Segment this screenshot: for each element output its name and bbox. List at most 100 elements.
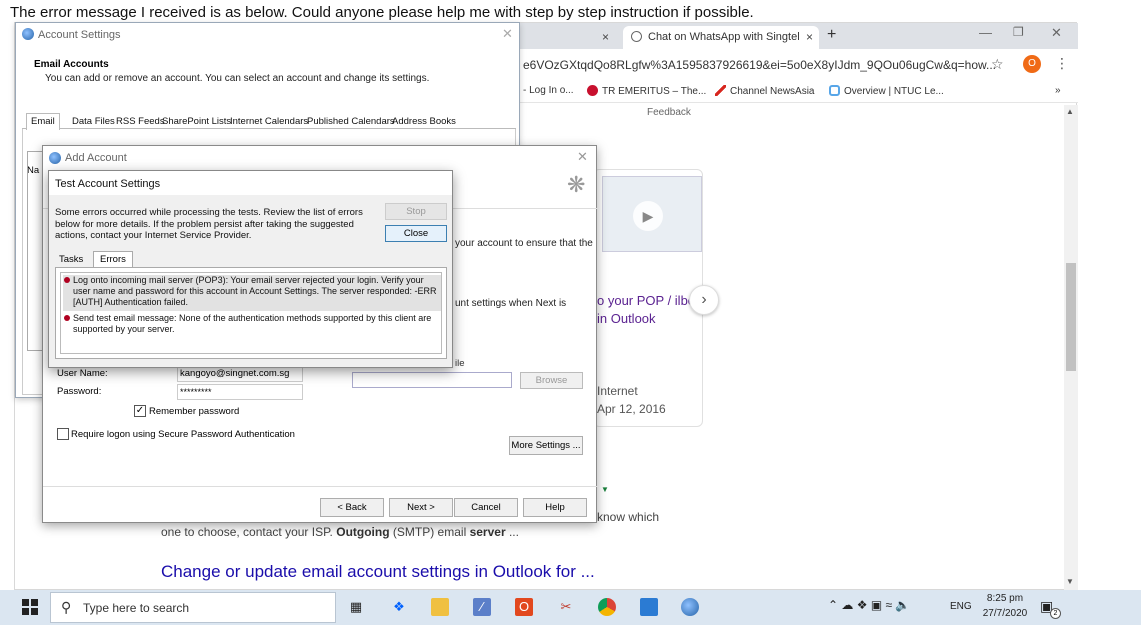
tab-address-books[interactable]: Address Books [392, 116, 456, 127]
back-button[interactable]: < Back [320, 498, 384, 517]
divider [43, 486, 598, 487]
remember-password-checkbox[interactable]: ✓ [134, 405, 146, 417]
password-label: Password: [57, 386, 102, 397]
search-icon: ⚲ [61, 599, 72, 615]
username-label: User Name: [57, 368, 108, 379]
password-field[interactable]: ********* [177, 384, 303, 400]
bookmark-item[interactable]: TR EMERITUS – The... [587, 85, 706, 97]
chevron-right-icon[interactable]: › [689, 285, 719, 315]
error-text: Log onto incoming mail server (POP3): Yo… [73, 275, 437, 307]
outlook-globe-icon[interactable] [681, 598, 699, 616]
dropbox-icon[interactable]: ❖ [390, 598, 408, 616]
tab-errors[interactable]: Errors [93, 251, 133, 267]
cancel-button[interactable]: Cancel [454, 498, 518, 517]
snippet-text: one to choose, contact your ISP. Outgoin… [161, 525, 519, 539]
help-button[interactable]: Help [523, 498, 587, 517]
profile-avatar[interactable]: O [1023, 55, 1041, 73]
windows-start-icon[interactable] [22, 599, 38, 615]
close-tab-icon[interactable]: × [806, 26, 813, 48]
clock-date[interactable]: 27/7/2020 [978, 608, 1032, 619]
tab-tasks[interactable]: Tasks [59, 254, 83, 265]
bookmarks-more-icon[interactable]: » [1055, 85, 1061, 96]
bookmark-star-icon[interactable]: ☆ [991, 56, 1004, 73]
error-summary: Some errors occurred while processing th… [55, 207, 363, 241]
video-thumbnail[interactable]: ▶ [602, 176, 702, 252]
tab-internet-calendars[interactable]: Internet Calendars [230, 116, 308, 127]
tab-title: Chat on WhatsApp with Singtel [648, 31, 800, 43]
dialog-title: Account Settings [38, 29, 121, 41]
outlook-globe-icon [22, 28, 34, 40]
language-indicator[interactable]: ENG [950, 601, 972, 612]
url-text[interactable]: e6VOzGXtqdQo8RLgfw%3A1595837926619&ei=5o… [523, 58, 996, 72]
tab-rss-feeds[interactable]: RSS Feeds [116, 116, 165, 127]
data-file-input[interactable] [352, 372, 512, 388]
more-settings-button[interactable]: More Settings ... [509, 436, 583, 455]
bookmark-item[interactable]: Channel NewsAsia [715, 85, 815, 97]
post-text: The error message I received is as below… [10, 4, 754, 21]
scroll-up-icon[interactable]: ▲ [1066, 107, 1074, 116]
error-list[interactable]: Log onto incoming mail server (POP3): Yo… [60, 272, 442, 354]
caret-down-icon[interactable]: ▼ [601, 485, 609, 494]
list-item[interactable]: Log onto incoming mail server (POP3): Yo… [63, 275, 441, 311]
tab-sharepoint-lists[interactable]: SharePoint Lists [162, 116, 231, 127]
list-item[interactable]: Send test email message: None of the aut… [63, 313, 441, 339]
browser-tab-whatsapp[interactable]: Chat on WhatsApp with Singtel × [623, 26, 819, 49]
snipping-tool-icon[interactable]: ✂ [557, 598, 575, 616]
new-tab-button[interactable]: + [827, 26, 836, 44]
close-window-icon[interactable]: ✕ [1051, 25, 1062, 41]
username-field[interactable]: kangoyo@singnet.com.sg [177, 366, 303, 382]
close-tab-icon[interactable]: × [602, 26, 609, 48]
clock-time[interactable]: 8:25 pm [984, 593, 1026, 604]
chrome-icon[interactable] [598, 598, 616, 616]
task-view-icon[interactable]: ▦ [347, 598, 365, 616]
system-tray-icons[interactable]: ⌃ ☁ ❖ ▣ ≈ 🔈 [828, 598, 910, 612]
globe-icon [631, 31, 642, 42]
section-heading: Email Accounts [34, 59, 109, 70]
remember-password-label[interactable]: Remember password [149, 406, 239, 417]
video-result-card[interactable]: ▶ o your POP / ilbox in Outlook Internet… [593, 169, 703, 427]
close-button[interactable]: Close [385, 225, 447, 242]
next-button[interactable]: Next > [389, 498, 453, 517]
tab-published-calendars[interactable]: Published Calendars [307, 116, 395, 127]
play-icon[interactable]: ▶ [633, 201, 663, 231]
ntuc-logo-icon [829, 85, 840, 96]
card-source: Internet [597, 384, 638, 398]
error-text: Send test email message: None of the aut… [73, 313, 432, 334]
office-icon[interactable]: O [515, 598, 533, 616]
close-icon[interactable]: ✕ [502, 26, 513, 42]
close-icon[interactable]: ✕ [577, 149, 588, 165]
tr-logo-icon [587, 85, 598, 96]
snippet-text: know which [597, 510, 660, 524]
bookmark-item[interactable]: - Log In o... [523, 85, 574, 96]
errors-panel: Log onto incoming mail server (POP3): Yo… [55, 267, 447, 359]
card-date: Apr 12, 2016 [597, 402, 666, 416]
browser-tab[interactable]: × [515, 26, 615, 49]
busy-cursor-icon: ❋ [567, 172, 586, 197]
taskbar: ⚲ Type here to search ▦ ❖ ∕ O ✂ ⌃ ☁ ❖ ▣ … [0, 590, 1141, 625]
stop-button: Stop [385, 203, 447, 220]
taskbar-search[interactable]: ⚲ Type here to search [50, 592, 336, 623]
tab-data-files[interactable]: Data Files [72, 116, 115, 127]
spa-label[interactable]: Require logon using Secure Password Auth… [71, 429, 295, 440]
file-label: ile [455, 358, 465, 369]
cna-logo-icon [715, 85, 726, 96]
restore-icon[interactable]: ❐ [1013, 25, 1024, 39]
spa-checkbox[interactable] [57, 428, 69, 440]
outlook-globe-icon [49, 152, 61, 164]
description-text: your account to ensure that the [455, 238, 593, 249]
control-panel-icon[interactable] [640, 598, 658, 616]
browse-button[interactable]: Browse [520, 372, 583, 389]
app-icon[interactable]: ∕ [473, 598, 491, 616]
bookmark-item[interactable]: Overview | NTUC Le... [829, 85, 944, 97]
notification-badge: 2 [1050, 608, 1061, 619]
dialog-titlebar: Test Account Settings [49, 171, 452, 195]
file-explorer-icon[interactable] [431, 598, 449, 616]
kebab-menu-icon[interactable]: ⋮ [1055, 55, 1069, 72]
search-result-link[interactable]: Change or update email account settings … [161, 562, 595, 582]
scrollbar-thumb[interactable] [1066, 263, 1076, 371]
minimize-icon[interactable]: — [979, 25, 992, 40]
tab-email[interactable]: Email [26, 113, 60, 130]
scroll-down-icon[interactable]: ▼ [1066, 577, 1074, 586]
search-input[interactable]: Type here to search [83, 601, 189, 615]
feedback-link[interactable]: Feedback [647, 107, 691, 118]
